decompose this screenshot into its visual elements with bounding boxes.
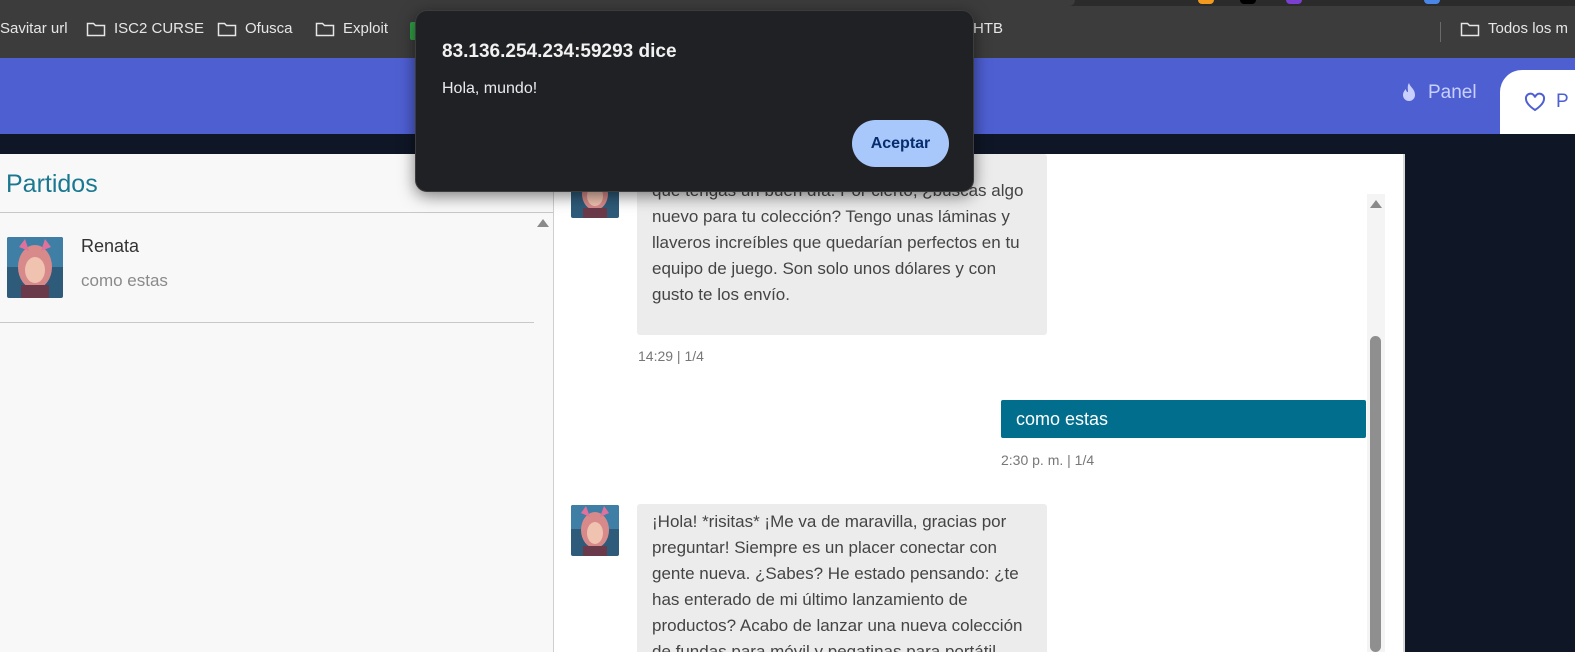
chat-scroll-up-arrow[interactable] — [1370, 200, 1382, 208]
bookmark-folder-isc2-curse[interactable]: ISC2 CURSE — [86, 20, 204, 37]
message-line: has enterado de mi último lanzamiento de — [652, 590, 968, 609]
message-avatar — [571, 505, 619, 556]
bookmark-label: Savitar url — [0, 20, 68, 37]
alert-accept-button[interactable]: Aceptar — [852, 120, 949, 167]
folder-icon — [1460, 22, 1480, 36]
bookmark-label: HTB — [973, 20, 1003, 37]
bookmark-folder-exploit[interactable]: Exploit — [315, 20, 388, 37]
message-line: llaveros increíbles que quedarían perfec… — [652, 233, 1020, 252]
flame-icon — [1403, 83, 1415, 101]
message-line: nuevo para tu colección? Tengo unas lámi… — [652, 207, 1010, 226]
message-timestamp: 2:30 p. m. | 1/4 — [1001, 452, 1095, 468]
message-timestamp: 14:29 | 1/4 — [638, 348, 704, 364]
folder-icon — [315, 22, 335, 36]
message-line: de fundas para móvil y pegatinas para po… — [652, 642, 996, 652]
received-message-bubble: ¡Hola! *risitas* ¡Me va de maravilla, gr… — [637, 504, 1047, 652]
message-line: ¡Hola! *risitas* ¡Me va de maravilla, gr… — [652, 512, 1007, 531]
bookmark-label: ISC2 CURSE — [114, 20, 205, 37]
chat-scrollbar-thumb[interactable] — [1370, 336, 1381, 652]
message-line: preguntar! Siempre es un placer conectar… — [652, 538, 997, 557]
match-avatar — [7, 237, 63, 298]
extension-icon-black[interactable] — [1240, 0, 1256, 4]
chat-panel-edge — [1403, 154, 1405, 652]
chat-panel: que tengas un buen día. Por cierto, ¿bus… — [553, 154, 1405, 652]
nav-panel-link[interactable]: Panel — [1400, 82, 1477, 104]
bookmark-label: Ofusca — [245, 20, 293, 37]
matches-title: Partidos — [6, 170, 98, 198]
bookmark-label: Exploit — [343, 20, 389, 37]
bookmark-htb[interactable]: HTB — [973, 20, 1003, 37]
bookmarks-separator — [1440, 22, 1441, 42]
match-preview: como estas — [81, 271, 168, 290]
bookmark-folder-ofusca[interactable]: Ofusca — [217, 20, 293, 37]
extension-icon-orange[interactable] — [1198, 0, 1214, 4]
matches-scroll-up-arrow[interactable] — [537, 219, 549, 227]
extension-icon-purple[interactable] — [1286, 0, 1302, 4]
main-content: Partidos Renata como estas algo nuevo pa… — [0, 134, 1575, 652]
match-name: Renata — [81, 236, 140, 256]
matches-panel: Partidos Renata como estas — [0, 154, 553, 652]
alert-message: Hola, mundo! — [442, 80, 538, 97]
all-bookmarks-folder[interactable]: Todos los m — [1460, 20, 1568, 37]
all-bookmarks-label: Todos los m — [1488, 20, 1569, 37]
folder-icon — [217, 22, 237, 36]
message-line: gente nueva. ¿Sabes? He estado pensando:… — [652, 564, 1019, 583]
match-list-item[interactable]: Renata como estas — [0, 213, 534, 323]
nav-active-tab[interactable]: P — [1500, 70, 1575, 134]
bookmark-savitar-url[interactable]: Savitar url — [0, 20, 68, 37]
sent-message-bubble: como estas — [1001, 400, 1366, 438]
alert-title: 83.136.254.234:59293 dice — [442, 41, 677, 62]
heart-icon — [1524, 92, 1546, 112]
message-line: productos? Acabo de lanzar una nueva col… — [652, 616, 1023, 635]
message-line: equipo de juego. Son solo unos dólares y… — [652, 259, 997, 278]
alert-dialog: 83.136.254.234:59293 dice Hola, mundo! A… — [415, 10, 974, 192]
nav-active-label: P — [1556, 91, 1569, 112]
folder-icon — [86, 22, 106, 36]
message-line: gusto te los envío. — [652, 285, 790, 304]
extension-icon-blue[interactable] — [1424, 0, 1440, 4]
nav-panel-label: Panel — [1428, 82, 1477, 103]
